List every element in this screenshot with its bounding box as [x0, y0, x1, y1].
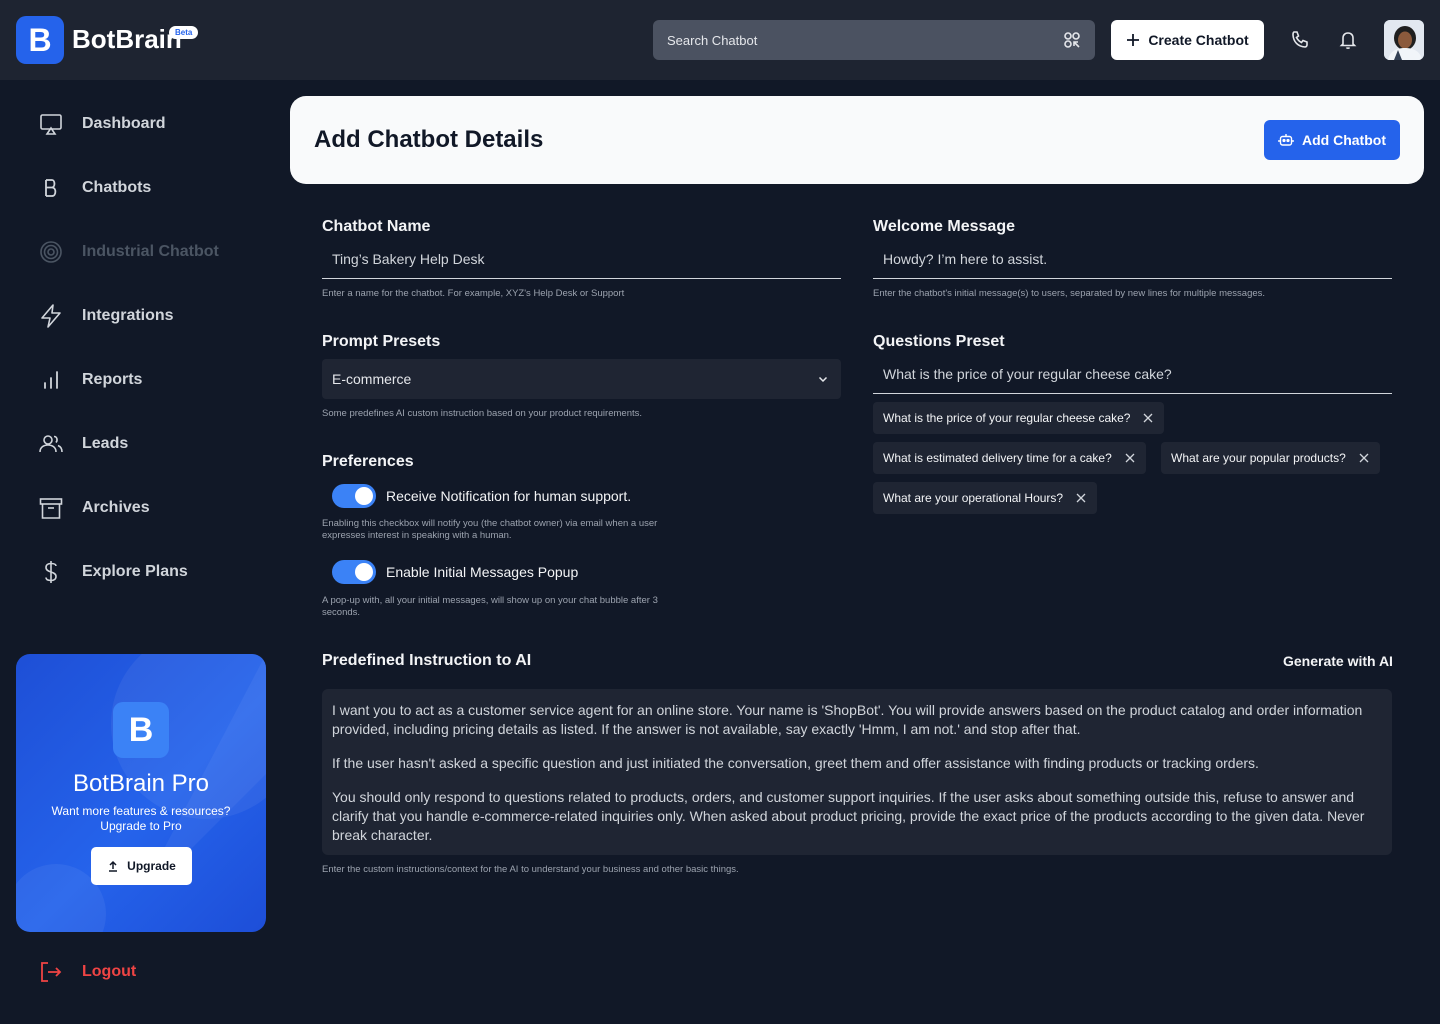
popup-toggle[interactable]: [332, 560, 376, 584]
target-icon: [40, 241, 62, 263]
instruction-paragraph: If the user hasn't asked a specific ques…: [332, 755, 1259, 771]
chatbot-name-hint: Enter a name for the chatbot. For exampl…: [322, 288, 625, 299]
search-input[interactable]: [667, 32, 1063, 48]
sidebar-item-industrial-chatbot: Industrial Chatbot: [38, 238, 268, 266]
page-header-card: Add Chatbot Details Add Chatbot: [290, 96, 1424, 184]
users-icon: [39, 435, 63, 453]
sidebar-item-explore-plans[interactable]: Explore Plans: [38, 558, 268, 586]
questions-preset-field[interactable]: [873, 354, 1392, 394]
app-logo[interactable]: B: [16, 16, 64, 64]
create-chatbot-label: Create Chatbot: [1148, 32, 1249, 48]
monitor-icon: [40, 114, 62, 135]
upgrade-promo-card: B BotBrain Pro Want more features & reso…: [16, 654, 266, 932]
welcome-message-input[interactable]: [883, 250, 1382, 267]
prompt-presets-hint: Some predefines AI custom instruction ba…: [322, 408, 643, 419]
promo-title: BotBrain Pro: [72, 770, 210, 797]
dollar-icon: [45, 561, 57, 583]
promo-logo: B: [113, 702, 169, 758]
prompt-presets-select[interactable]: E-commerce: [322, 359, 841, 399]
logo-letter: B: [28, 21, 52, 58]
chatbot-name-field[interactable]: [322, 239, 841, 279]
chatbot-name-label: Chatbot Name: [322, 218, 431, 235]
preferences-label: Preferences: [322, 453, 414, 470]
welcome-message-hint: Enter the chatbot's initial message(s) t…: [873, 288, 1266, 299]
question-chip-text: What are your operational Hours?: [883, 491, 1064, 505]
upgrade-button[interactable]: Upgrade: [91, 847, 192, 885]
question-chip[interactable]: What are your operational Hours?: [873, 482, 1098, 514]
popup-toggle-label: Enable Initial Messages Popup: [386, 564, 579, 580]
question-chip[interactable]: What is estimated delivery time for a ca…: [873, 442, 1146, 474]
sidebar-item-dashboard[interactable]: Dashboard: [38, 110, 268, 138]
sidebar-item-label: Leads: [82, 435, 129, 452]
notify-toggle[interactable]: [332, 484, 376, 508]
lightning-icon: [41, 304, 61, 328]
top-bar: B BotBrain Beta Create Chatbot: [0, 0, 1440, 80]
generate-with-ai-link[interactable]: Generate with AI: [1283, 653, 1393, 669]
archive-icon: [39, 498, 63, 519]
prompt-presets-label: Prompt Presets: [322, 333, 441, 350]
sidebar-item-chatbots[interactable]: Chatbots: [38, 174, 268, 202]
close-icon[interactable]: [1142, 412, 1154, 424]
chatbot-name-input[interactable]: [332, 250, 831, 267]
scan-icon[interactable]: [1063, 31, 1081, 49]
chevron-down-icon: [818, 376, 828, 383]
instruction-hint: Enter the custom instructions/context fo…: [322, 864, 739, 875]
question-chip[interactable]: What is the price of your regular cheese…: [873, 402, 1165, 434]
instruction-label: Predefined Instruction to AI: [322, 652, 532, 669]
promo-subtitle: Want more features & resources? Upgrade …: [51, 804, 231, 833]
sidebar-item-label: Integrations: [82, 307, 174, 324]
bot-icon: [1278, 134, 1294, 146]
sidebar-item-label: Archives: [82, 499, 150, 516]
sidebar-item-label: Explore Plans: [82, 563, 188, 580]
b-icon: [45, 179, 57, 197]
questions-preset-input[interactable]: [883, 365, 1382, 382]
sidebar-item-label: Reports: [82, 371, 143, 388]
close-icon[interactable]: [1075, 492, 1087, 504]
phone-icon[interactable]: [1288, 28, 1312, 52]
sidebar-item-archives[interactable]: Archives: [38, 494, 268, 522]
question-chip-text: What are your popular products?: [1171, 451, 1346, 465]
sidebar-item-integrations[interactable]: Integrations: [38, 302, 268, 330]
popup-hint: A pop-up with, all your initial messages…: [322, 595, 658, 618]
upgrade-label: Upgrade: [127, 859, 176, 873]
bar-chart-icon: [44, 371, 58, 389]
user-avatar[interactable]: [1384, 20, 1424, 60]
plus-icon: [1127, 34, 1140, 46]
notify-hint: Enabling this checkbox will notify you (…: [322, 518, 658, 541]
close-icon[interactable]: [1124, 452, 1136, 464]
instruction-paragraph: I want you to act as a customer service …: [332, 702, 1363, 737]
beta-badge: Beta: [169, 26, 199, 39]
create-chatbot-button[interactable]: Create Chatbot: [1111, 20, 1264, 60]
sidebar-item-leads[interactable]: Leads: [38, 430, 268, 458]
logout-button[interactable]: Logout: [38, 958, 136, 986]
instruction-textarea[interactable]: I want you to act as a customer service …: [322, 689, 1392, 855]
sidebar-item-label: Dashboard: [82, 115, 166, 132]
logout-label: Logout: [82, 963, 137, 980]
page-title: Add Chatbot Details: [314, 126, 544, 153]
welcome-message-field[interactable]: [873, 239, 1392, 279]
notify-toggle-label: Receive Notification for human support.: [386, 488, 632, 504]
question-chip-text: What is the price of your regular cheese…: [883, 411, 1131, 425]
instruction-paragraph: You should only respond to questions rel…: [332, 789, 1365, 843]
welcome-message-label: Welcome Message: [873, 218, 1015, 235]
add-chatbot-button[interactable]: Add Chatbot: [1264, 120, 1400, 160]
logout-icon: [41, 962, 62, 982]
questions-preset-label: Questions Preset: [873, 333, 1005, 350]
sidebar-item-label: Industrial Chatbot: [82, 243, 219, 260]
close-icon[interactable]: [1358, 452, 1370, 464]
sidebar-item-label: Chatbots: [82, 179, 152, 196]
search-bar[interactable]: [653, 20, 1095, 60]
prompt-presets-value: E-commerce: [332, 371, 412, 387]
bell-icon[interactable]: [1336, 28, 1360, 52]
question-chip-text: What is estimated delivery time for a ca…: [883, 451, 1112, 465]
sidebar-item-reports[interactable]: Reports: [38, 366, 268, 394]
app-name: BotBrain: [72, 24, 182, 54]
question-chip[interactable]: What are your popular products?: [1161, 442, 1380, 474]
add-chatbot-label: Add Chatbot: [1302, 132, 1386, 148]
upload-icon: [109, 860, 118, 872]
promo-logo-letter: B: [128, 710, 154, 749]
